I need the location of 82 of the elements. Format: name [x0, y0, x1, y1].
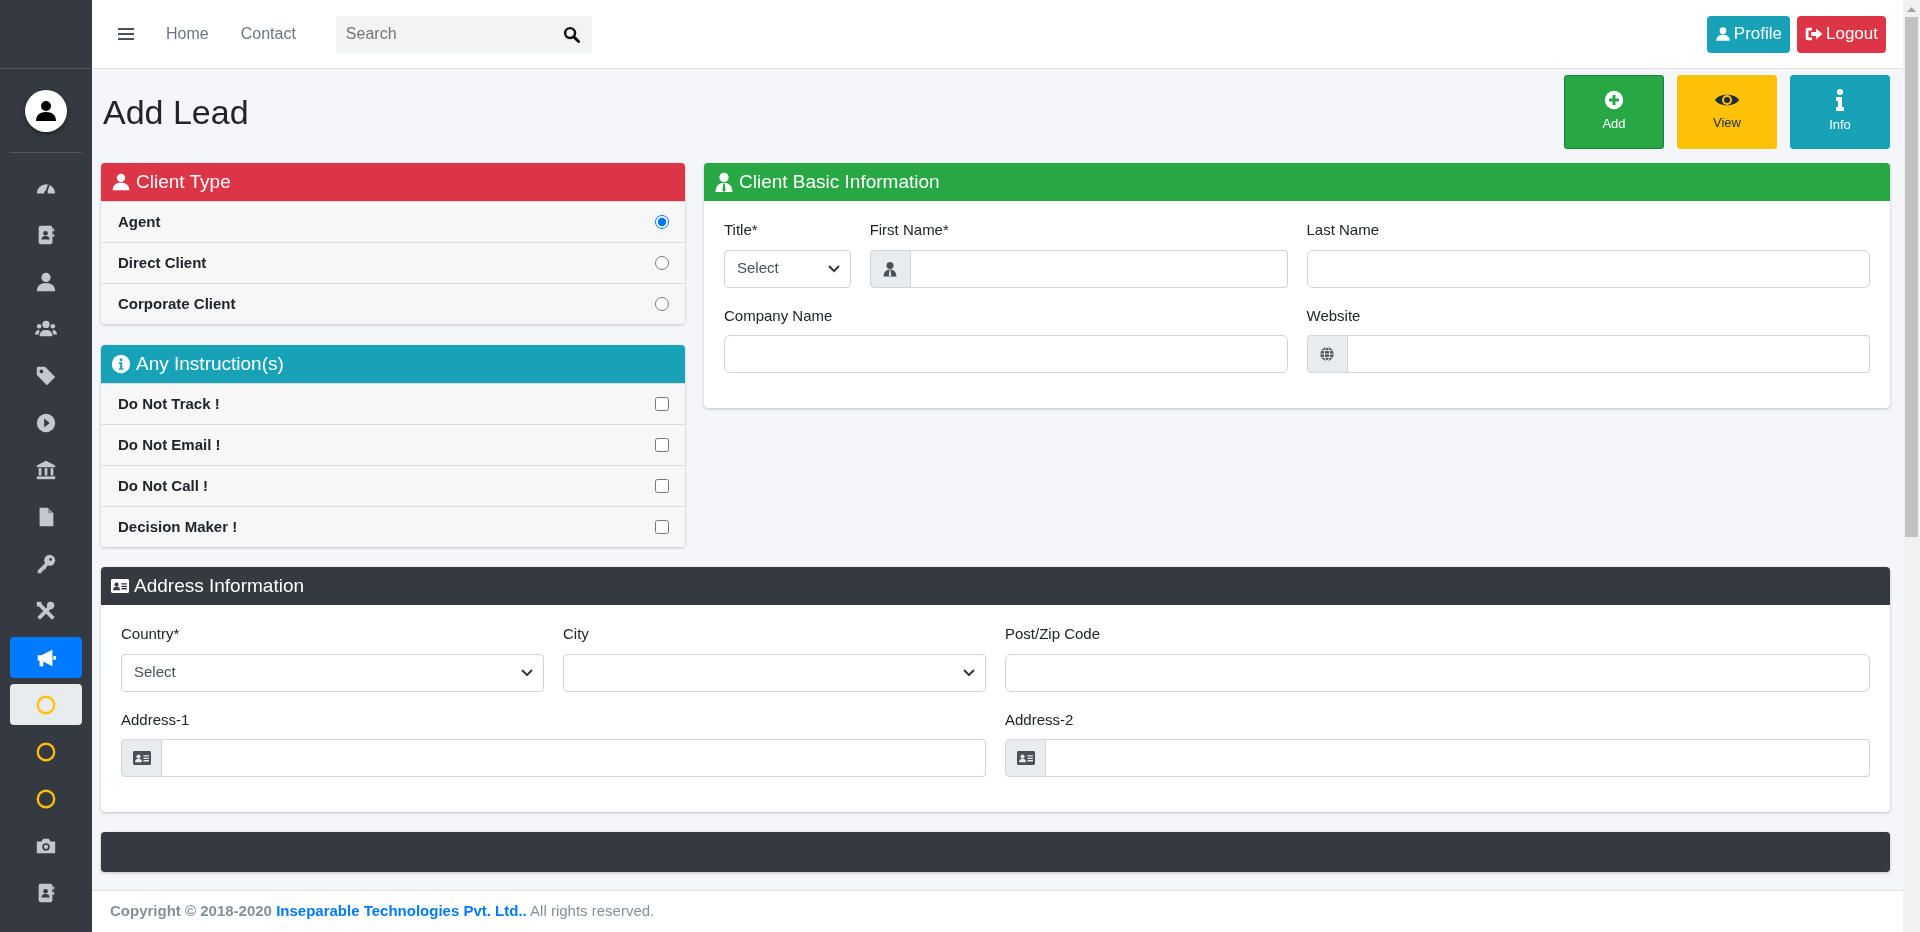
option-label: Agent: [118, 211, 161, 232]
tag-icon: [35, 364, 57, 387]
user-icon: [35, 270, 57, 293]
option-label: Do Not Track !: [118, 393, 220, 414]
field-label: Last Name: [1306, 220, 1380, 240]
field-label: Website: [1306, 305, 1361, 326]
checkbox[interactable]: [655, 397, 669, 411]
page-title: Add Lead: [103, 91, 249, 133]
id-card-icon: [132, 751, 151, 765]
sidebar-item[interactable]: [10, 637, 82, 678]
input-field[interactable]: [724, 335, 1288, 373]
person-icon: [714, 172, 734, 192]
input-field[interactable]: [1046, 739, 1870, 777]
option-label: Do Not Email !: [118, 434, 221, 455]
field-label: Country*: [121, 624, 180, 644]
field-label: Post/Zip Code: [1005, 624, 1101, 644]
circle-icon: [35, 787, 57, 810]
field-label: Title*: [724, 220, 758, 240]
checkbox[interactable]: [655, 438, 669, 452]
option-label: Decision Maker !: [118, 516, 238, 537]
chevron-down-icon: [963, 668, 975, 677]
circle-icon: [35, 693, 57, 716]
radio-button[interactable]: [655, 297, 669, 311]
select-dropdown[interactable]: Select: [121, 653, 544, 692]
option-label: Do Not Call !: [118, 475, 208, 496]
select-dropdown[interactable]: Select: [724, 249, 851, 288]
field-label: Address-1: [121, 709, 190, 730]
chevron-down-icon: [827, 264, 840, 273]
key-icon: [35, 552, 57, 575]
scrollbar-thumb[interactable]: [1905, 17, 1918, 537]
search-button[interactable]: [556, 15, 592, 53]
input-field[interactable]: [1347, 335, 1870, 373]
panel-title: Client Basic Information: [739, 169, 940, 194]
info-button[interactable]: Info: [1790, 75, 1890, 149]
scroll-up-icon: [1907, 6, 1916, 12]
menu-button[interactable]: [118, 27, 134, 41]
option-label: Direct Client: [118, 252, 207, 273]
nav-link[interactable]: Home: [166, 22, 209, 46]
sign-out-icon: [1805, 26, 1823, 42]
input-field[interactable]: [910, 249, 1288, 288]
search-icon: [562, 25, 580, 43]
avatar[interactable]: [25, 90, 67, 132]
panel-title: Any Instruction(s): [136, 351, 284, 376]
checkbox[interactable]: [655, 520, 669, 534]
scrollbar[interactable]: [1903, 0, 1920, 932]
globe-icon: [1319, 346, 1335, 362]
bank-icon: [35, 458, 57, 481]
input-field[interactable]: [1005, 653, 1870, 692]
radio-button[interactable]: [655, 215, 669, 229]
field-label: Company Name: [724, 305, 833, 326]
copyright-text: Copyright © 2018-2020 Inseparable Technologies Pvt. Ltd.. All rights reserved.: [110, 901, 655, 922]
panel-title: Address Information: [134, 573, 305, 598]
add-button[interactable]: Add: [1564, 75, 1664, 149]
field-label: City: [563, 624, 589, 644]
user-icon: [1714, 26, 1731, 42]
option-label: Corporate Client: [118, 293, 236, 314]
circle-icon: [35, 740, 57, 763]
field-label: Address-2: [1005, 709, 1074, 730]
plus-circle-icon: [1604, 90, 1624, 111]
search-field[interactable]: Search: [335, 15, 557, 53]
input-field[interactable]: [1306, 249, 1870, 288]
menu-icon: [118, 27, 134, 41]
logout-button[interactable]: Logout: [1797, 15, 1886, 53]
input-field[interactable]: [162, 739, 986, 777]
id-card-icon: [1016, 751, 1035, 765]
profile-button[interactable]: Profile: [1706, 15, 1790, 53]
company-link[interactable]: Inseparable Technologies Pvt. Ltd..: [276, 902, 527, 920]
checkbox[interactable]: [655, 479, 669, 493]
play-icon: [35, 411, 57, 434]
panel-title: Client Type: [136, 169, 231, 194]
info-icon: [1835, 89, 1845, 112]
tools-icon: [35, 599, 57, 622]
person-icon: [883, 260, 898, 277]
nav-link[interactable]: Contact: [240, 22, 296, 46]
info-circle-icon: [111, 354, 131, 374]
view-button[interactable]: View: [1677, 75, 1777, 149]
user-icon: [34, 99, 58, 123]
user-icon: [111, 172, 131, 192]
field-label: First Name*: [869, 220, 949, 240]
id-card-icon: [111, 579, 129, 593]
chevron-down-icon: [521, 668, 533, 677]
radio-button[interactable]: [655, 256, 669, 270]
